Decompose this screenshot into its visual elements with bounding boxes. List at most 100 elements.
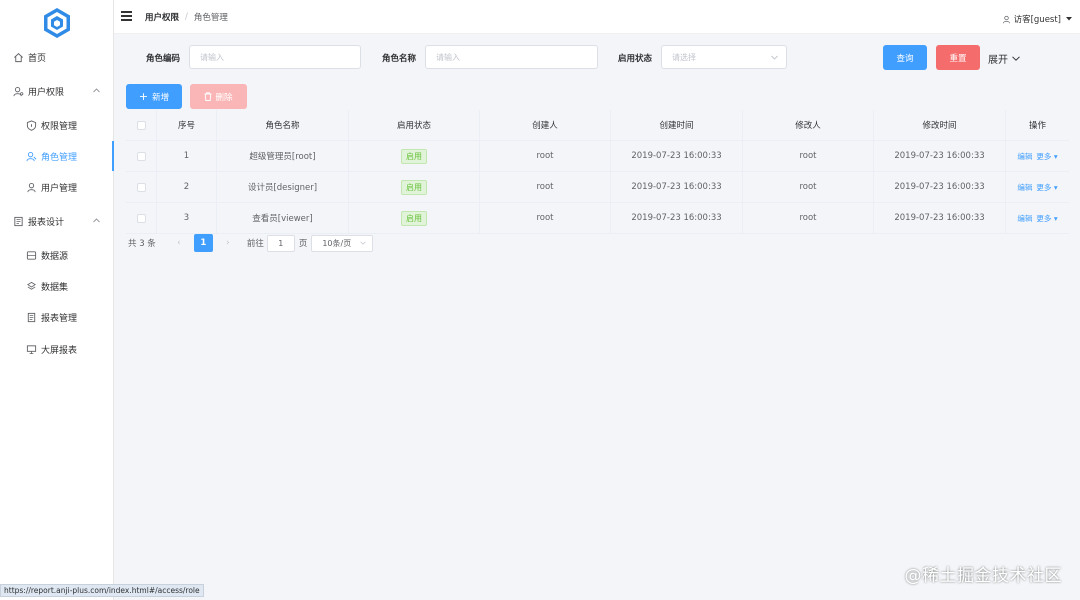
user-icon [1002, 15, 1010, 23]
select-all-cell [126, 110, 157, 140]
browser-status-url: https://report.anji-plus.com/index.html#… [0, 584, 204, 597]
cell-modifier: root [743, 172, 874, 202]
edit-link[interactable]: 编辑 [1017, 182, 1032, 193]
table-row: 2 设计员[designer] 启用 root 2019-07-23 16:00… [126, 172, 1069, 203]
plus-icon: + [138, 90, 149, 103]
cell-status: 启用 [349, 172, 480, 202]
sidebar-item-label: 数据集 [41, 282, 69, 293]
cell-index: 3 [157, 203, 217, 233]
add-button[interactable]: + 新增 [126, 84, 182, 109]
cell-modifier: root [743, 203, 874, 233]
cell-modified-time: 2019-07-23 16:00:33 [874, 203, 1006, 233]
edit-link[interactable]: 编辑 [1017, 213, 1032, 224]
table-row: 1 超级管理员[root] 启用 root 2019-07-23 16:00:3… [126, 141, 1069, 172]
row-select-cell [126, 141, 157, 171]
role-icon [25, 150, 37, 162]
user-menu[interactable]: 访客[guest] [1002, 13, 1072, 25]
sidebar-item-label: 用户权限 [28, 87, 65, 98]
caret-down-icon: ▾ [1053, 182, 1058, 192]
sidebar-item-role-management[interactable]: 角色管理 [0, 141, 114, 171]
cell-created-time: 2019-07-23 16:00:33 [611, 172, 743, 202]
database-icon [25, 249, 37, 261]
goto-page-input[interactable]: 1 [266, 234, 295, 252]
sidebar-item-datasource[interactable]: 数据源 [0, 240, 114, 270]
header-status: 启用状态 [349, 110, 480, 140]
cell-actions: 编辑 更多 ▾ [1006, 203, 1069, 233]
cell-role-name: 查看员[viewer] [217, 203, 349, 233]
sidebar-item-home[interactable]: 首页 [0, 42, 114, 72]
user-icon [25, 181, 37, 193]
expand-label: 展开 [988, 55, 1008, 66]
role-code-label: 角色编码 [146, 54, 181, 64]
row-checkbox[interactable] [136, 151, 146, 161]
status-select-placeholder: 请选择 [672, 52, 696, 62]
main-content: 角色编码 请输入 角色名称 请输入 启用状态 请选择 查询 重置 展开 + 新增… [114, 34, 1080, 600]
sidebar-item-label: 报表管理 [41, 313, 78, 324]
query-button[interactable]: 查询 [883, 45, 927, 70]
prev-page-icon[interactable]: ‹ [170, 234, 188, 252]
row-checkbox[interactable] [136, 182, 146, 192]
more-dropdown[interactable]: 更多 ▾ [1036, 182, 1057, 193]
page-number-current[interactable]: 1 [193, 234, 213, 252]
more-label: 更多 [1036, 151, 1052, 161]
select-all-checkbox[interactable] [136, 120, 146, 130]
more-dropdown[interactable]: 更多 ▾ [1036, 151, 1057, 162]
screen-icon [25, 343, 37, 355]
role-name-label: 角色名称 [382, 54, 417, 64]
sidebar-item-label: 报表设计 [28, 217, 65, 228]
delete-button-label: 删除 [215, 92, 233, 103]
status-badge: 启用 [401, 179, 427, 195]
reset-button[interactable]: 重置 [936, 45, 980, 70]
cell-created-time: 2019-07-23 16:00:33 [611, 141, 743, 171]
more-dropdown[interactable]: 更多 ▾ [1036, 213, 1057, 224]
caret-down-icon [1066, 17, 1072, 21]
cell-status: 启用 [349, 141, 480, 171]
status-select[interactable]: 请选择 [661, 45, 787, 69]
chevron-down-icon [1012, 56, 1020, 61]
sidebar-item-permission-management[interactable]: 权限管理 [0, 110, 114, 140]
sidebar-item-label: 角色管理 [41, 152, 78, 163]
role-code-input[interactable]: 请输入 [189, 45, 361, 69]
chevron-up-icon [93, 88, 100, 93]
cell-modified-time: 2019-07-23 16:00:33 [874, 141, 1006, 171]
next-page-icon[interactable]: › [219, 234, 237, 252]
cell-role-name: 超级管理员[root] [217, 141, 349, 171]
dataset-icon [25, 280, 37, 292]
cell-creator: root [480, 141, 611, 171]
page-size-select[interactable]: 10条/页 [311, 234, 374, 252]
cell-creator: root [480, 172, 611, 202]
row-select-cell [126, 172, 157, 202]
breadcrumb-separator: / [185, 12, 188, 22]
sidebar-item-report-design[interactable]: 报表设计 [0, 206, 114, 236]
sidebar-item-label: 权限管理 [41, 121, 78, 132]
chevron-up-icon [93, 218, 100, 223]
more-label: 更多 [1036, 213, 1052, 223]
menu-toggle-icon[interactable] [121, 11, 132, 21]
cell-actions: 编辑 更多 ▾ [1006, 172, 1069, 202]
chevron-down-icon [360, 241, 366, 245]
sidebar-item-dataset[interactable]: 数据集 [0, 271, 114, 301]
sidebar-item-report-management[interactable]: 报表管理 [0, 302, 114, 332]
breadcrumb: 用户权限 / 角色管理 [145, 11, 228, 23]
cell-index: 1 [157, 141, 217, 171]
header-modified-time: 修改时间 [874, 110, 1006, 140]
page-unit-label: 页 [298, 239, 308, 249]
sidebar: 首页 用户权限 权限管理 角色管理 用户管理 报表设计 数据源 数据集 报表管理… [0, 0, 114, 600]
header-creator: 创建人 [480, 110, 611, 140]
header-role-name: 角色名称 [217, 110, 349, 140]
delete-button[interactable]: 删除 [190, 84, 247, 109]
row-checkbox[interactable] [136, 213, 146, 223]
sidebar-item-user-permissions[interactable]: 用户权限 [0, 76, 114, 106]
expand-toggle[interactable]: 展开 [988, 51, 1020, 66]
breadcrumb-item-user-permissions[interactable]: 用户权限 [145, 11, 179, 23]
sidebar-item-big-screen-report[interactable]: 大屏报表 [0, 334, 114, 364]
row-select-cell [126, 203, 157, 233]
sidebar-item-user-management[interactable]: 用户管理 [0, 172, 114, 202]
header-actions: 操作 [1028, 121, 1046, 131]
edit-link[interactable]: 编辑 [1017, 151, 1032, 162]
role-name-input[interactable]: 请输入 [425, 45, 598, 69]
caret-down-icon: ▾ [1053, 213, 1058, 223]
breadcrumb-item-role-management: 角色管理 [193, 13, 228, 23]
sidebar-item-label: 首页 [28, 53, 47, 64]
page-size-value: 10条/页 [322, 238, 352, 248]
